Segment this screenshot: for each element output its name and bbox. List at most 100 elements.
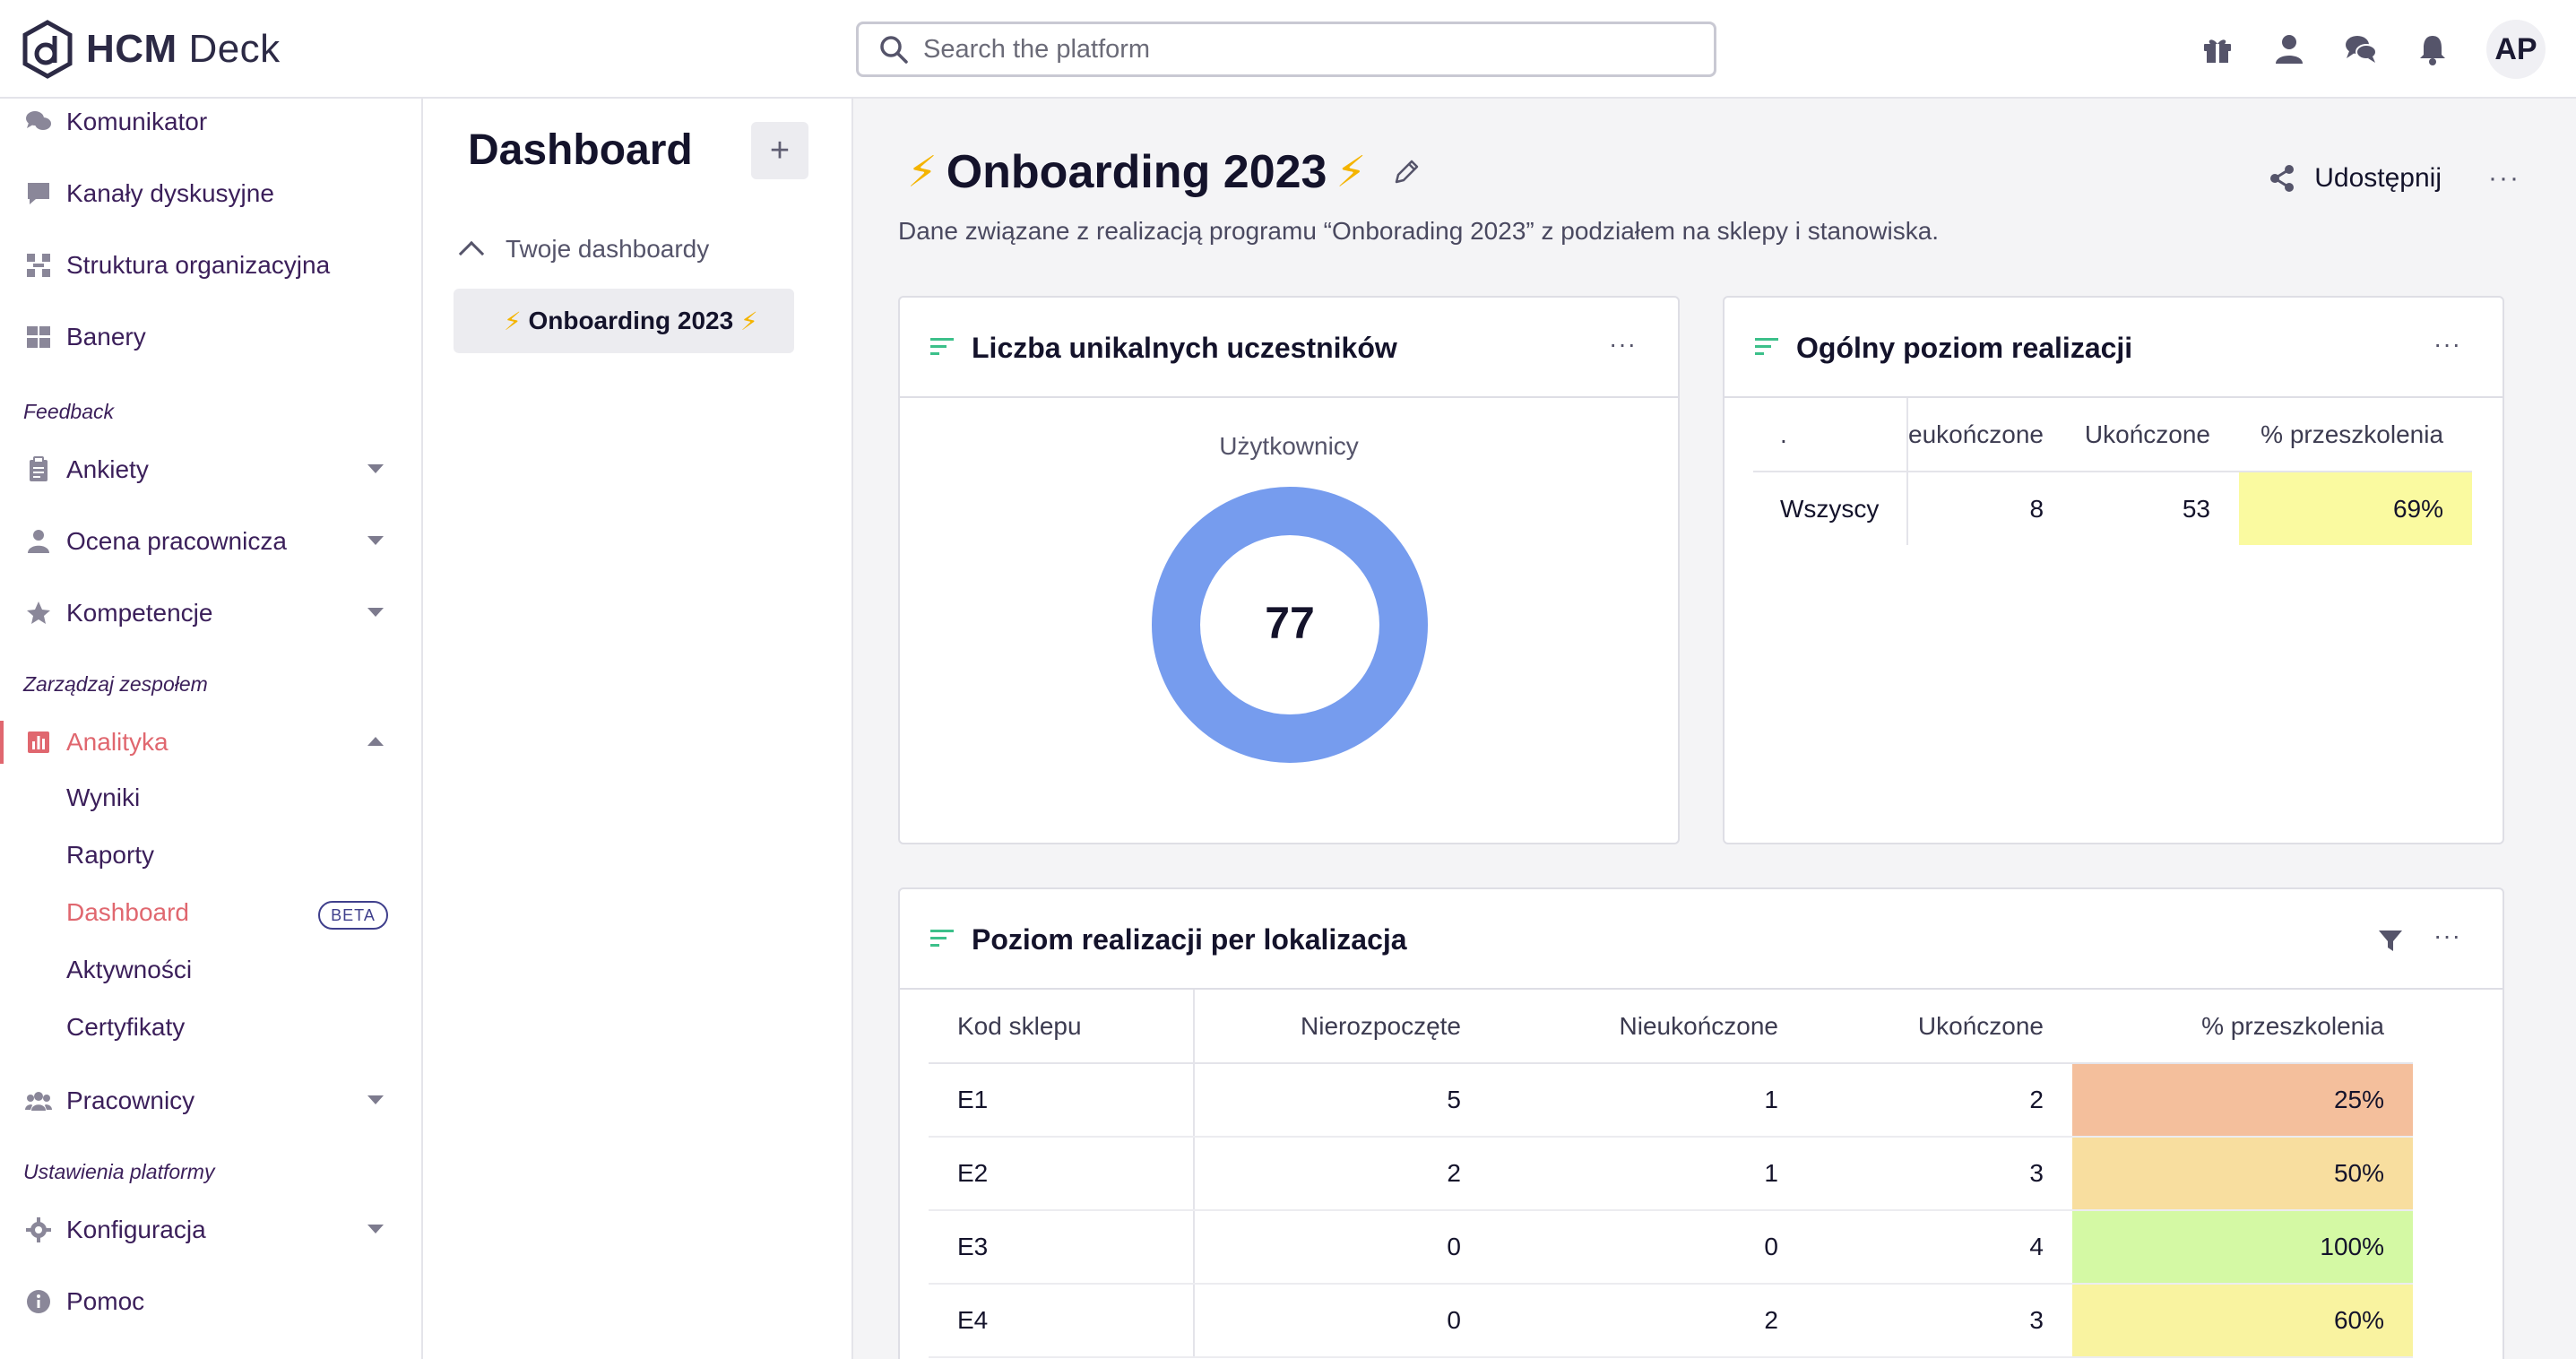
- dashboard-link-label: Onboarding 2023: [528, 307, 734, 334]
- search-input[interactable]: [923, 34, 1694, 65]
- page-description: Dane związane z realizacją programu “Onb…: [898, 217, 1940, 245]
- bell-icon[interactable]: [2415, 31, 2451, 67]
- info-icon: [23, 1286, 54, 1317]
- column-header: Nierozpoczęte: [1194, 990, 1490, 1064]
- cell-ukonczone: 53: [2182, 494, 2211, 523]
- chart-label: Użytkownicy: [1219, 432, 1359, 460]
- dashboards-title: Dashboard: [468, 126, 693, 174]
- table-row: E4 0 2 3 60%: [929, 1284, 2413, 1358]
- sidebar-item-label: Pomoc: [66, 1287, 145, 1315]
- cell-nieukonczone: 0: [1490, 1210, 1807, 1285]
- hcm-logo-icon: [22, 20, 73, 79]
- search-bar[interactable]: [856, 22, 1716, 77]
- sidebar-item-label: Komunikator: [66, 108, 208, 135]
- card-more-button[interactable]: ···: [1609, 330, 1637, 359]
- grid-icon: [23, 322, 54, 352]
- chat-icon[interactable]: [2343, 31, 2379, 67]
- filter-icon[interactable]: [2377, 927, 2404, 954]
- cell-nieukonczone: 1: [1490, 1063, 1807, 1138]
- add-dashboard-button[interactable]: +: [751, 122, 808, 179]
- lightning-icon: ⚡: [907, 149, 938, 196]
- sidebar-item-label: Ankiety: [66, 455, 149, 483]
- sidebar: Komunikator Kanały dyskusyjne Struktura …: [0, 99, 423, 1359]
- sub-item-wyniki[interactable]: Wyniki: [66, 783, 140, 812]
- sidebar-item-pomoc[interactable]: Pomoc: [0, 1275, 421, 1329]
- chevron-up-icon: [458, 240, 485, 267]
- card-header: Liczba unikalnych uczestników ···: [900, 298, 1678, 398]
- column-header: eukończone: [1907, 398, 2059, 472]
- sidebar-item-label: Struktura organizacyjna: [66, 251, 331, 279]
- lightning-icon: ⚡: [1336, 149, 1367, 196]
- pencil-icon[interactable]: [1391, 157, 1422, 187]
- table-row: E3 0 0 4 100%: [929, 1210, 2413, 1285]
- column-header: Kod sklepu: [929, 990, 1195, 1064]
- list-icon: [1755, 338, 1778, 355]
- card-more-button[interactable]: ···: [2433, 330, 2461, 359]
- speech-bubble-icon: [23, 178, 54, 209]
- gear-icon: [23, 1215, 54, 1245]
- dashboards-group-toggle[interactable]: Twoje dashboardy: [454, 235, 710, 267]
- sidebar-item-komunikator[interactable]: Komunikator: [0, 95, 421, 149]
- chevron-down-icon[interactable]: [367, 464, 384, 473]
- cell-percent: 50%: [2072, 1137, 2413, 1211]
- card-title: Ogólny poziom realizacji: [1796, 332, 2133, 364]
- cell-ukonczone: 3: [1807, 1137, 2072, 1211]
- overall-table: . eukończone Ukończone % przeszkolenia W…: [1753, 398, 2473, 545]
- user-avatar[interactable]: AP: [2486, 20, 2546, 79]
- cell-code: E3: [929, 1210, 1195, 1285]
- chevron-down-icon[interactable]: [367, 1225, 384, 1233]
- cell-nierozpoczete: 2: [1194, 1137, 1490, 1211]
- list-icon: [930, 338, 954, 355]
- donut-chart: 77: [1152, 487, 1428, 763]
- page-more-button[interactable]: ···: [2488, 163, 2520, 194]
- page-title-text: Onboarding 2023: [946, 146, 1327, 198]
- section-zarzadzaj: Zarządzaj zespołem: [23, 672, 208, 696]
- beta-badge: BETA: [318, 901, 388, 930]
- chevron-down-icon[interactable]: [367, 1095, 384, 1104]
- sub-item-dashboard[interactable]: Dashboard: [66, 898, 189, 927]
- cell-ukonczone: 4: [1807, 1210, 2072, 1285]
- user-icon[interactable]: [2271, 31, 2307, 67]
- card-more-button[interactable]: ···: [2433, 922, 2461, 950]
- chevron-down-icon[interactable]: [367, 536, 384, 545]
- table-row: E2 2 1 3 50%: [929, 1137, 2413, 1211]
- section-feedback: Feedback: [23, 400, 115, 423]
- chevron-up-icon[interactable]: [367, 737, 384, 746]
- bar-chart-icon: [23, 727, 54, 757]
- cell-percent: 60%: [2072, 1284, 2413, 1358]
- sidebar-item-ankiety[interactable]: Ankiety: [0, 443, 421, 497]
- column-header: % przeszkolenia: [2072, 990, 2413, 1064]
- sub-item-aktywnosci[interactable]: Aktywności: [66, 956, 192, 984]
- card-overall: Ogólny poziom realizacji ··· . eukończon…: [1723, 296, 2504, 844]
- dashboard-link-onboarding[interactable]: ⚡ Onboarding 2023 ⚡: [454, 289, 794, 353]
- lightning-icon: ⚡: [504, 307, 522, 335]
- sidebar-item-struktura[interactable]: Struktura organizacyjna: [0, 238, 421, 292]
- cell-code: E1: [929, 1063, 1195, 1138]
- sidebar-item-label: Pracownicy: [66, 1086, 195, 1114]
- chat-bubbles-icon: [23, 107, 54, 137]
- sidebar-item-label: Analityka: [66, 728, 169, 756]
- sidebar-item-banery[interactable]: Banery: [0, 310, 421, 364]
- app-logo[interactable]: HCM Deck: [22, 20, 281, 79]
- cell-ukonczone: 2: [1807, 1063, 2072, 1138]
- card-title: Poziom realizacji per lokalizacja: [972, 923, 1407, 956]
- sub-item-certyfikaty[interactable]: Certyfikaty: [66, 1013, 185, 1042]
- column-header: .: [1753, 398, 1908, 472]
- sidebar-item-label: Kompetencje: [66, 599, 213, 627]
- cell-nierozpoczete: 0: [1194, 1210, 1490, 1285]
- row-label: Wszyscy: [1753, 472, 1908, 545]
- sidebar-item-kanaly[interactable]: Kanały dyskusyjne: [0, 167, 421, 221]
- card-location: Poziom realizacji per lokalizacja ··· Ko…: [898, 887, 2504, 1359]
- page-title: ⚡ Onboarding 2023 ⚡: [898, 145, 1422, 199]
- sidebar-item-analityka[interactable]: Analityka: [0, 715, 421, 769]
- chevron-down-icon[interactable]: [367, 608, 384, 617]
- sidebar-item-konfiguracja[interactable]: Konfiguracja: [0, 1203, 421, 1257]
- sidebar-item-kompetencje[interactable]: Kompetencje: [0, 586, 421, 640]
- sidebar-item-ocena[interactable]: Ocena pracownicza: [0, 515, 421, 568]
- sub-item-raporty[interactable]: Raporty: [66, 841, 154, 870]
- share-button[interactable]: Udostępnij: [2268, 163, 2442, 194]
- gift-icon[interactable]: [2200, 31, 2235, 67]
- dashboards-group-label: Twoje dashboardy: [506, 235, 710, 263]
- top-bar: HCM Deck AP: [0, 0, 2576, 99]
- sidebar-item-pracownicy[interactable]: Pracownicy: [0, 1074, 421, 1128]
